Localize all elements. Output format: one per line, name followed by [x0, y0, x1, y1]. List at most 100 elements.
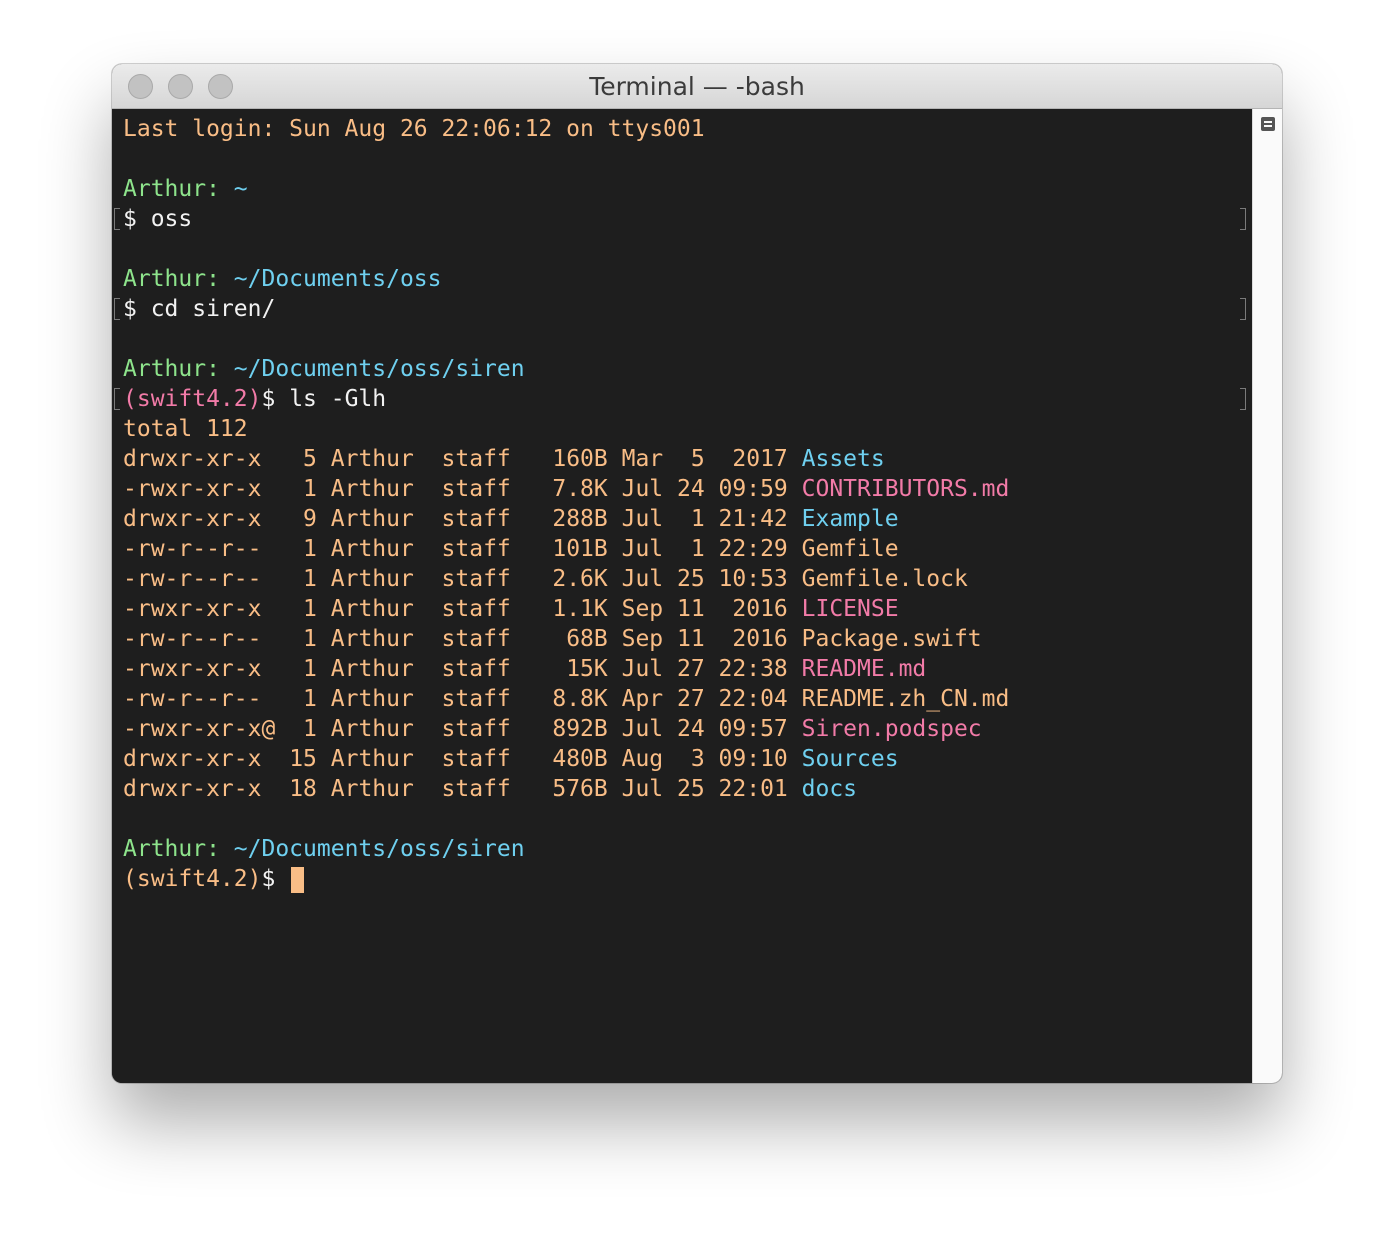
listing-row: -rwxr-xr-x 1 Arthur staff 1.1K Sep 11 20…: [123, 594, 899, 624]
listing-perms: -rwxr-xr-x: [123, 596, 276, 622]
prompt-path: ~: [233, 176, 248, 202]
listing-perms: -rwxr-xr-x@: [123, 716, 276, 742]
listing-date: Aug 3 09:10: [621, 746, 788, 772]
listing-perms: -rw-r--r--: [123, 626, 276, 652]
command-line: $ oss: [123, 204, 192, 234]
listing-perms: drwxr-xr-x: [123, 776, 276, 802]
prompt-symbol: $: [261, 866, 290, 892]
prompt-user: Arthur:: [123, 176, 220, 202]
listing-size: 892B: [538, 716, 608, 742]
listing-row: drwxr-xr-x 18 Arthur staff 576B Jul 25 2…: [123, 774, 857, 804]
listing-owner: Arthur: [330, 686, 414, 712]
listing-perms: drwxr-xr-x: [123, 446, 276, 472]
listing-row: -rwxr-xr-x 1 Arthur staff 15K Jul 27 22:…: [123, 654, 926, 684]
listing-owner: Arthur: [330, 716, 414, 742]
listing-filename: Gemfile.lock: [801, 566, 968, 592]
listing-owner: Arthur: [330, 626, 414, 652]
listing-filename: LICENSE: [801, 596, 899, 622]
listing-size: 68B: [538, 626, 608, 652]
listing-row: -rw-r--r-- 1 Arthur staff 101B Jul 1 22:…: [123, 534, 899, 564]
listing-total: total 112: [123, 416, 248, 442]
listing-perms: -rw-r--r--: [123, 536, 276, 562]
scroll-toggle-icon[interactable]: [1261, 117, 1275, 131]
venv-label: (swift4.2): [123, 866, 262, 892]
terminal-output[interactable]: Last login: Sun Aug 26 22:06:12 on ttys0…: [112, 109, 1252, 1083]
mark-left-bracket: [114, 208, 120, 230]
command-line: (swift4.2)$ ls -Glh: [123, 384, 386, 414]
text-cursor: [291, 866, 305, 893]
listing-size: 288B: [538, 506, 608, 532]
listing-links: 15: [289, 746, 317, 772]
listing-group: staff: [441, 506, 511, 532]
listing-filename: Sources: [801, 746, 899, 772]
listing-date: Sep 11 2016: [621, 596, 788, 622]
listing-size: 1.1K: [538, 596, 608, 622]
listing-links: 1: [289, 566, 317, 592]
listing-date: Jul 24 09:57: [621, 716, 788, 742]
last-login-line: Last login: Sun Aug 26 22:06:12 on ttys0…: [123, 116, 705, 142]
listing-filename: README.zh_CN.md: [801, 686, 1010, 712]
window-title: Terminal — -bash: [589, 72, 805, 101]
listing-filename: Package.swift: [801, 626, 982, 652]
title-bar[interactable]: Terminal — -bash: [112, 64, 1282, 109]
prompt-symbol: $: [123, 206, 151, 232]
listing-date: Jul 1 22:29: [621, 536, 788, 562]
listing-date: Apr 27 22:04: [621, 686, 788, 712]
listing-row: -rw-r--r-- 1 Arthur staff 68B Sep 11 201…: [123, 624, 982, 654]
listing-row: drwxr-xr-x 9 Arthur staff 288B Jul 1 21:…: [123, 504, 899, 534]
listing-owner: Arthur: [330, 476, 414, 502]
listing-size: 8.8K: [538, 686, 608, 712]
listing-perms: drwxr-xr-x: [123, 746, 276, 772]
listing-links: 1: [289, 596, 317, 622]
listing-group: staff: [441, 716, 511, 742]
mark-left-bracket: [114, 388, 120, 410]
listing-owner: Arthur: [330, 506, 414, 532]
listing-filename: Siren.podspec: [801, 716, 982, 742]
listing-group: staff: [441, 476, 511, 502]
listing-size: 160B: [538, 446, 608, 472]
scrollbar[interactable]: [1252, 109, 1282, 1083]
listing-size: 7.8K: [538, 476, 608, 502]
listing-links: 1: [289, 716, 317, 742]
listing-row: drwxr-xr-x 5 Arthur staff 160B Mar 5 201…: [123, 444, 885, 474]
mark-left-bracket: [114, 298, 120, 320]
listing-perms: -rwxr-xr-x: [123, 656, 276, 682]
listing-links: 1: [289, 656, 317, 682]
listing-owner: Arthur: [330, 536, 414, 562]
listing-filename: Assets: [801, 446, 885, 472]
listing-links: 1: [289, 476, 317, 502]
listing-row: -rw-r--r-- 1 Arthur staff 8.8K Apr 27 22…: [123, 684, 1009, 714]
listing-links: 1: [289, 686, 317, 712]
listing-date: Mar 5 2017: [621, 446, 788, 472]
listing-size: 2.6K: [538, 566, 608, 592]
prompt-path: ~/Documents/oss/siren: [233, 836, 525, 862]
listing-group: staff: [441, 686, 511, 712]
listing-owner: Arthur: [330, 596, 414, 622]
listing-links: 5: [289, 446, 317, 472]
listing-date: Jul 24 09:59: [621, 476, 788, 502]
listing-perms: -rwxr-xr-x: [123, 476, 276, 502]
listing-filename: Example: [801, 506, 899, 532]
listing-owner: Arthur: [330, 746, 414, 772]
active-command-line[interactable]: (swift4.2)$: [123, 864, 305, 894]
terminal-window: Terminal — -bash Last login: Sun Aug 26 …: [112, 64, 1282, 1083]
listing-group: staff: [441, 656, 511, 682]
prompt-symbol: $: [123, 296, 151, 322]
listing-owner: Arthur: [330, 776, 414, 802]
listing-owner: Arthur: [330, 566, 414, 592]
prompt-header: Arthur: ~/Documents/oss: [123, 264, 442, 294]
listing-owner: Arthur: [330, 656, 414, 682]
listing-group: staff: [441, 596, 511, 622]
mark-right-bracket: [1240, 388, 1246, 410]
command-text: ls -Glh: [289, 386, 387, 412]
listing-size: 480B: [538, 746, 608, 772]
listing-group: staff: [441, 566, 511, 592]
listing-date: Jul 25 10:53: [621, 566, 788, 592]
listing-group: staff: [441, 446, 511, 472]
listing-date: Jul 27 22:38: [621, 656, 788, 682]
listing-group: staff: [441, 776, 511, 802]
listing-perms: -rw-r--r--: [123, 566, 276, 592]
listing-perms: -rw-r--r--: [123, 686, 276, 712]
listing-filename: docs: [801, 776, 858, 802]
listing-filename: CONTRIBUTORS.md: [801, 476, 1010, 502]
